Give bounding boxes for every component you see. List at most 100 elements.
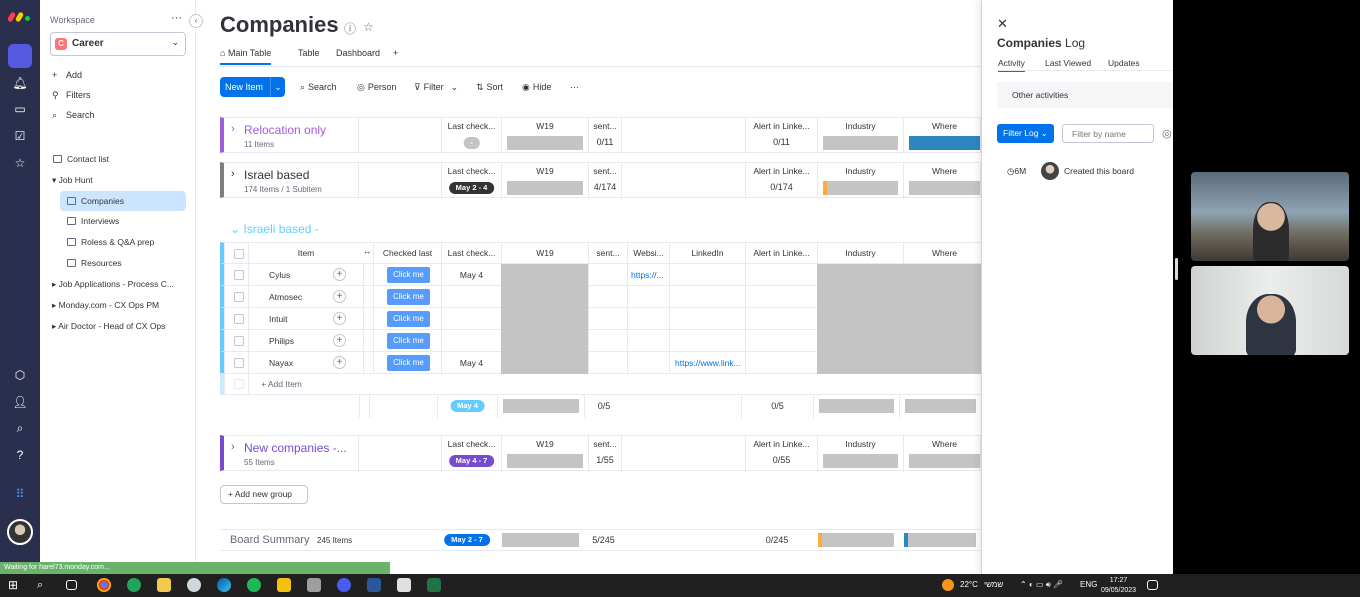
favorites-icon[interactable]: ☆ [10, 153, 30, 173]
word-icon[interactable] [367, 578, 381, 592]
w19-cell[interactable] [501, 264, 588, 286]
last-checked-cell[interactable] [441, 286, 501, 308]
info-icon[interactable]: ⓘ [344, 20, 356, 37]
clock[interactable]: 17:27 09/05/2023 [1101, 576, 1136, 596]
alert-cell[interactable] [745, 352, 817, 374]
where-cell[interactable] [903, 286, 981, 308]
website-cell[interactable]: https://... [627, 264, 669, 286]
collapse-sidebar-icon[interactable]: ‹ [189, 14, 203, 28]
folder-air-doctor[interactable]: ▸ Air Doctor - Head of CX Ops [52, 321, 165, 332]
w19-cell[interactable] [501, 352, 588, 374]
weather-icon[interactable] [942, 579, 954, 591]
linkedin-cell[interactable] [669, 286, 745, 308]
new-item-button[interactable]: New Item ⌄ [220, 77, 285, 97]
group-name[interactable]: Relocation only [244, 123, 326, 137]
row-checkbox[interactable] [234, 314, 244, 324]
tab-last-viewed[interactable]: Last Viewed [1045, 58, 1091, 68]
last-checked-cell[interactable]: May 4 [441, 352, 501, 374]
sent-cell[interactable] [588, 264, 627, 286]
industry-cell[interactable] [817, 352, 903, 374]
industry-cell[interactable] [817, 308, 903, 330]
select-all[interactable] [224, 243, 248, 265]
row-checkbox[interactable] [234, 270, 244, 280]
filters-button[interactable]: ⚲ Filters [52, 90, 91, 101]
chrome-icon[interactable] [97, 578, 111, 592]
person-tool[interactable]: ◎ Person [357, 82, 396, 93]
industry-cell[interactable] [817, 286, 903, 308]
item-name[interactable]: Cylus [248, 264, 323, 286]
add-subitem-icon[interactable]: + [333, 312, 346, 325]
click-me-button[interactable]: Click me [387, 289, 430, 305]
sent-cell[interactable] [588, 286, 627, 308]
table-row[interactable]: Atmosec + Click me [220, 286, 981, 308]
group-israeli-header[interactable]: ⌄ Israeli based - [230, 222, 319, 236]
click-me-button[interactable]: Click me [387, 267, 430, 283]
product-switcher-icon[interactable]: ⠿ [10, 484, 30, 504]
tab-main-table[interactable]: ⌂ Main Table [220, 48, 272, 65]
apps-icon[interactable]: ⬡ [10, 365, 30, 385]
row-checkbox[interactable] [234, 358, 244, 368]
avatar[interactable] [7, 519, 33, 545]
chevron-right-icon[interactable]: › [231, 441, 235, 453]
sent-cell[interactable] [588, 308, 627, 330]
sidebar-item-companies[interactable]: Companies [60, 191, 186, 211]
filter-tool[interactable]: ⊽ Filter ⌄ [414, 82, 461, 93]
invite-icon[interactable]: 👤︎ [10, 392, 30, 412]
sidebar-item-interviews[interactable]: Interviews [67, 216, 119, 226]
linkedin-cell[interactable]: https://www.link... [669, 352, 745, 374]
w19-cell[interactable] [501, 308, 588, 330]
add-subitem-icon[interactable]: + [333, 268, 346, 281]
search-icon[interactable]: ⌕ [10, 418, 30, 438]
where-cell[interactable] [903, 308, 981, 330]
table-row[interactable]: Cylus + Click me May 4 https://... [220, 264, 981, 286]
edge-icon[interactable] [217, 578, 231, 592]
monday-logo[interactable] [6, 10, 32, 24]
w19-cell[interactable] [501, 286, 588, 308]
last-checked-cell[interactable] [441, 308, 501, 330]
task-view-icon[interactable] [66, 580, 77, 590]
industry-cell[interactable] [817, 264, 903, 286]
industry-cell[interactable] [817, 330, 903, 352]
tab-dashboard[interactable]: Dashboard [336, 48, 380, 58]
app-icon[interactable] [307, 578, 321, 592]
alert-cell[interactable] [745, 286, 817, 308]
item-name[interactable]: Intuit [248, 308, 323, 330]
website-cell[interactable] [627, 286, 669, 308]
notifications-icon[interactable] [1147, 580, 1158, 590]
add-view-button[interactable]: + [393, 48, 398, 58]
chevron-right-icon[interactable]: › [231, 123, 235, 135]
spotify-icon[interactable] [247, 578, 261, 592]
add-button[interactable]: + Add [52, 70, 82, 80]
workspaces-icon[interactable] [8, 44, 32, 68]
sidebar-item-contact-list[interactable]: Contact list [53, 154, 109, 164]
alert-cell[interactable] [745, 264, 817, 286]
row-checkbox[interactable] [234, 336, 244, 346]
w19-cell[interactable] [501, 330, 588, 352]
my-work-icon[interactable]: ☑ [10, 126, 30, 146]
checkbox[interactable] [234, 249, 244, 259]
where-cell[interactable] [903, 330, 981, 352]
hide-tool[interactable]: ◉ Hide [522, 82, 551, 93]
linkedin-cell[interactable] [669, 308, 745, 330]
chevron-down-icon[interactable]: ⌄ [270, 77, 285, 97]
linkedin-cell[interactable] [669, 330, 745, 352]
more-icon[interactable]: ··· [171, 12, 182, 24]
resize-icon[interactable]: ↔ [363, 243, 373, 265]
more-tools[interactable]: ··· [570, 82, 579, 92]
alert-cell[interactable] [745, 330, 817, 352]
click-me-button[interactable]: Click me [387, 311, 430, 327]
where-cell[interactable] [903, 352, 981, 374]
group-name[interactable]: New companies -... [244, 441, 347, 455]
app-icon[interactable] [187, 578, 201, 592]
chevron-right-icon[interactable]: › [231, 168, 235, 180]
alert-cell[interactable] [745, 308, 817, 330]
app-icon[interactable] [127, 578, 141, 592]
search-button[interactable]: ⌕ Search [52, 110, 95, 121]
inbox-icon[interactable]: ▭ [10, 99, 30, 119]
calculator-icon[interactable] [397, 578, 411, 592]
filter-log-button[interactable]: Filter Log ⌄ [997, 124, 1054, 143]
add-subitem-icon[interactable]: + [333, 334, 346, 347]
add-subitem-icon[interactable]: + [333, 290, 346, 303]
tab-updates[interactable]: Updates [1108, 58, 1140, 68]
person-filter-icon[interactable]: ◎ [1162, 127, 1172, 140]
